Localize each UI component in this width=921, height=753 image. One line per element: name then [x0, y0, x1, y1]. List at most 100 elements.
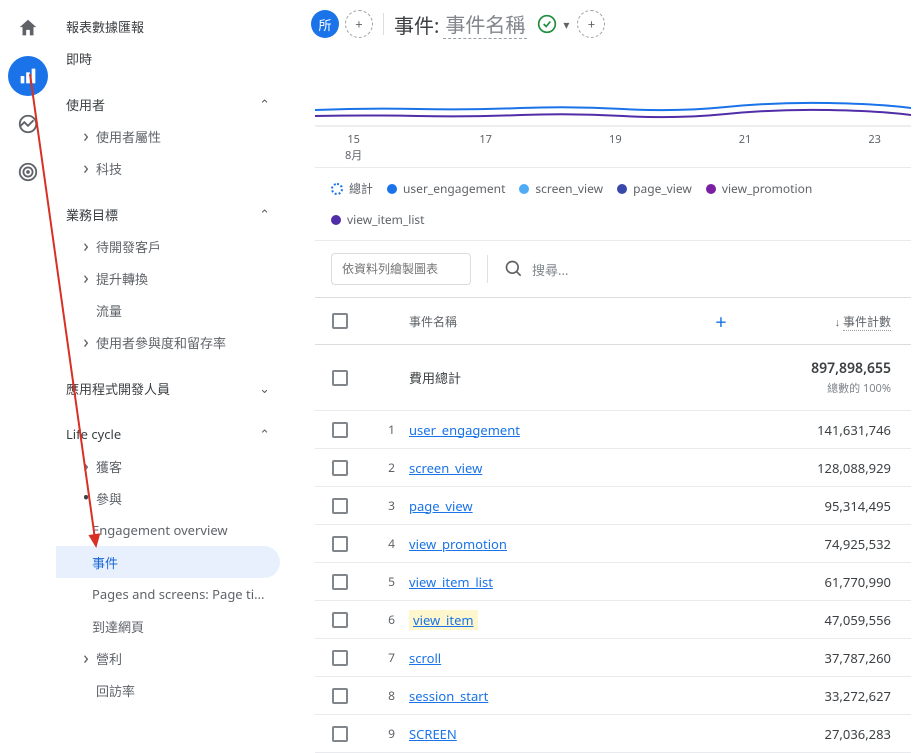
- row-checkbox[interactable]: [332, 612, 348, 628]
- scope-badge[interactable]: 所: [311, 10, 339, 38]
- table-header: 事件名稱 + ↓ 事件計數: [315, 297, 911, 345]
- nav-leads[interactable]: ›待開發客戶: [56, 230, 280, 262]
- event-name-link[interactable]: view_promotion: [405, 535, 701, 553]
- row-index: 7: [365, 649, 405, 666]
- add-metric-button[interactable]: +: [577, 10, 605, 38]
- reports-icon[interactable]: [8, 56, 48, 96]
- events-table: 事件名稱 + ↓ 事件計數 費用總計 897,898,655總數的 100% 1…: [315, 297, 911, 753]
- nav-events[interactable]: 事件: [56, 546, 280, 578]
- page-title-prefix: 事件:: [394, 10, 439, 39]
- nav-engagement-retention[interactable]: ›使用者參與度和留存率: [56, 326, 280, 358]
- chevron-right-icon: ›: [76, 330, 96, 354]
- legend-item[interactable]: page_view: [617, 180, 692, 197]
- event-count: 128,088,929: [741, 459, 911, 477]
- legend-item[interactable]: view_item_list: [331, 211, 425, 228]
- event-name-link[interactable]: session_start: [405, 687, 701, 705]
- legend-dot-icon: [331, 215, 341, 225]
- event-count: 27,036,283: [741, 725, 911, 743]
- chevron-right-icon: ›: [76, 454, 96, 478]
- search-box[interactable]: 搜尋...: [504, 259, 568, 279]
- nav-traffic[interactable]: ›流量: [56, 294, 280, 326]
- left-rail: [0, 0, 56, 698]
- row-checkbox[interactable]: [332, 498, 348, 514]
- select-all-checkbox[interactable]: [332, 313, 348, 329]
- add-comparison-button[interactable]: +: [345, 10, 373, 38]
- nav-section-user[interactable]: 使用者⌃: [56, 88, 280, 120]
- nav-section-developer[interactable]: 應用程式開發人員⌄: [56, 372, 280, 404]
- table-row: 2 screen_view 128,088,929: [315, 449, 911, 487]
- table-total-row: 費用總計 897,898,655總數的 100%: [315, 345, 911, 411]
- add-dimension-button[interactable]: +: [701, 308, 741, 335]
- legend-item[interactable]: view_promotion: [706, 180, 812, 197]
- legend-dot-icon: [706, 184, 716, 194]
- chart-area: 158月 17 19 21 23: [315, 48, 911, 168]
- col-header-name[interactable]: 事件名稱: [405, 313, 701, 330]
- chevron-right-icon: ›: [76, 156, 96, 180]
- row-index: 2: [365, 459, 405, 476]
- nav-engagement[interactable]: •參與: [56, 482, 280, 514]
- col-header-count[interactable]: ↓ 事件計數: [741, 313, 911, 330]
- row-checkbox[interactable]: [332, 688, 348, 704]
- home-icon[interactable]: [8, 8, 48, 48]
- explore-icon[interactable]: [8, 104, 48, 144]
- nav-conversion[interactable]: ›提升轉換: [56, 262, 280, 294]
- nav-reports-snapshot[interactable]: 報表數據匯報: [56, 10, 280, 42]
- row-checkbox[interactable]: [332, 574, 348, 590]
- row-index: 8: [365, 687, 405, 704]
- event-name-link[interactable]: screen_view: [405, 459, 701, 477]
- nav-acquisition[interactable]: ›獲客: [56, 450, 280, 482]
- chevron-right-icon: ›: [76, 124, 96, 148]
- event-name-link[interactable]: page_view: [405, 497, 701, 515]
- event-count: 141,631,746: [741, 421, 911, 439]
- legend-total[interactable]: 總計: [331, 180, 373, 197]
- table-row: 1 user_engagement 141,631,746: [315, 411, 911, 449]
- event-count: 74,925,532: [741, 535, 911, 553]
- legend-dot-icon: [387, 184, 397, 194]
- nav-realtime[interactable]: 即時: [56, 42, 280, 74]
- sidebar: 報表數據匯報 即時 使用者⌃ ›使用者屬性 ›科技 業務目標⌃ ›待開發客戶 ›…: [56, 0, 280, 698]
- nav-tech[interactable]: ›科技: [56, 152, 280, 184]
- legend-dot-icon: [519, 184, 529, 194]
- event-name-link[interactable]: view_item_list: [405, 573, 701, 591]
- row-checkbox[interactable]: [332, 726, 348, 742]
- table-row: 3 page_view 95,314,495: [315, 487, 911, 525]
- event-count: 33,272,627: [741, 687, 911, 705]
- check-circle-icon[interactable]: [535, 12, 559, 36]
- plot-rows-input[interactable]: [331, 253, 471, 285]
- event-count: 37,787,260: [741, 649, 911, 667]
- table-row: 6 view_item 47,059,556: [315, 601, 911, 639]
- event-count: 95,314,495: [741, 497, 911, 515]
- ads-icon[interactable]: [8, 152, 48, 192]
- event-name-link[interactable]: SCREEN: [405, 725, 701, 743]
- table-row: 8 session_start 33,272,627: [315, 677, 911, 715]
- table-row: 7 scroll 37,787,260: [315, 639, 911, 677]
- nav-retention[interactable]: ›回訪率: [56, 674, 280, 698]
- row-checkbox[interactable]: [332, 536, 348, 552]
- nav-pages-screens[interactable]: Pages and screens: Page ti...: [56, 578, 280, 610]
- nav-user-attributes[interactable]: ›使用者屬性: [56, 120, 280, 152]
- row-checkbox[interactable]: [332, 422, 348, 438]
- chevron-right-icon: ›: [76, 266, 96, 290]
- nav-landing[interactable]: 到達網頁: [56, 610, 280, 642]
- legend-item[interactable]: user_engagement: [387, 180, 505, 197]
- chevron-up-icon: ⌃: [259, 95, 270, 113]
- event-name-link[interactable]: user_engagement: [405, 421, 701, 439]
- nav-monetization[interactable]: ›營利: [56, 642, 280, 674]
- event-name-link[interactable]: scroll: [405, 649, 701, 667]
- chevron-down-icon: ⌄: [259, 379, 270, 397]
- legend-item[interactable]: screen_view: [519, 180, 603, 197]
- table-row: 4 view_promotion 74,925,532: [315, 525, 911, 563]
- nav-section-business[interactable]: 業務目標⌃: [56, 198, 280, 230]
- nav-section-lifecycle[interactable]: Life cycle⌃: [56, 418, 280, 450]
- bullet-icon: •: [76, 486, 96, 510]
- event-name-link[interactable]: view_item: [405, 611, 701, 629]
- row-index: 6: [365, 611, 405, 628]
- row-checkbox[interactable]: [332, 460, 348, 476]
- row-checkbox[interactable]: [332, 370, 348, 386]
- dropdown-caret-icon[interactable]: ▾: [563, 16, 569, 33]
- row-checkbox[interactable]: [332, 650, 348, 666]
- separator: [383, 13, 384, 35]
- nav-engagement-overview[interactable]: Engagement overview: [56, 514, 280, 546]
- table-toolbar: 搜尋...: [315, 241, 911, 297]
- page-title-dimension[interactable]: 事件名稱: [443, 9, 527, 39]
